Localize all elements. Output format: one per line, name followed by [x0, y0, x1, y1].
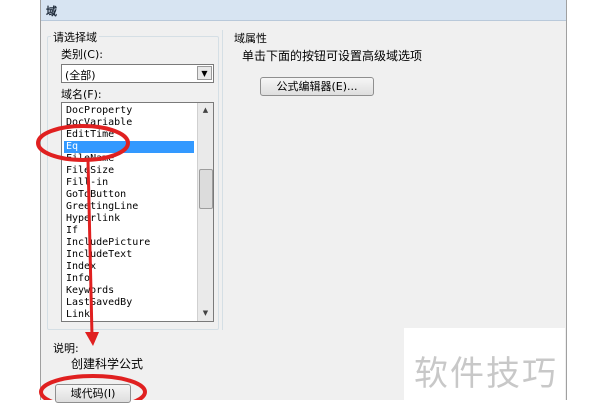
field-codes-button-label: 域代码(I): [70, 387, 116, 400]
list-scrollbar[interactable]: ▲ ▼: [197, 103, 213, 321]
select-field-group-label: 请选择域: [51, 29, 99, 45]
field-name-item[interactable]: FileName: [64, 153, 194, 165]
dialog-title: 域: [46, 5, 57, 18]
description-label: 说明:: [53, 342, 79, 355]
scroll-down-arrow-icon[interactable]: ▼: [199, 307, 212, 320]
field-name-item[interactable]: LastSavedBy: [64, 297, 194, 309]
field-name-item[interactable]: Index: [64, 261, 194, 273]
field-name-item[interactable]: DocVariable: [64, 117, 194, 129]
field-name-item[interactable]: Eq: [64, 141, 194, 153]
field-name-item[interactable]: DocProperty: [64, 105, 194, 117]
field-name-item[interactable]: IncludePicture: [64, 237, 194, 249]
panel-divider: [222, 30, 223, 330]
advanced-options-hint: 单击下面的按钮可设置高级域选项: [242, 49, 423, 63]
field-name-item[interactable]: GreetingLine: [64, 201, 194, 213]
field-name-item[interactable]: FileSize: [64, 165, 194, 177]
field-name-item[interactable]: Hyperlink: [64, 213, 194, 225]
field-name-item[interactable]: EditTime: [64, 129, 194, 141]
field-names-list[interactable]: DocProperty DocVariable EditTime Eq FileName…: [61, 102, 214, 322]
category-value: (全部): [65, 69, 96, 82]
scroll-thumb[interactable]: [199, 169, 213, 209]
field-codes-button[interactable]: 域代码(I): [55, 384, 131, 403]
field-name-item[interactable]: Keywords: [64, 285, 194, 297]
description-text: 创建科学公式: [71, 357, 144, 371]
field-name-item[interactable]: If: [64, 225, 194, 237]
title-bar: 域: [41, 0, 566, 21]
scroll-up-arrow-icon[interactable]: ▲: [199, 104, 212, 117]
formula-editor-button[interactable]: 公式编辑器(E)...: [260, 77, 374, 96]
field-name-item[interactable]: IncludeText: [64, 249, 194, 261]
field-properties-label: 域属性: [234, 32, 267, 45]
formula-editor-button-label: 公式编辑器(E)...: [276, 80, 358, 93]
category-label: 类别(C):: [61, 48, 103, 61]
category-dropdown[interactable]: (全部) ▼: [61, 64, 214, 83]
field-name-item[interactable]: Link: [64, 309, 194, 321]
field-name-item[interactable]: Info: [64, 273, 194, 285]
chevron-down-icon[interactable]: ▼: [197, 66, 212, 80]
field-name-item[interactable]: Fill-in: [64, 177, 194, 189]
field-names-label: 域名(F):: [61, 88, 102, 101]
field-name-item[interactable]: GoToButton: [64, 189, 194, 201]
watermark-text: 软件技巧: [414, 354, 558, 394]
